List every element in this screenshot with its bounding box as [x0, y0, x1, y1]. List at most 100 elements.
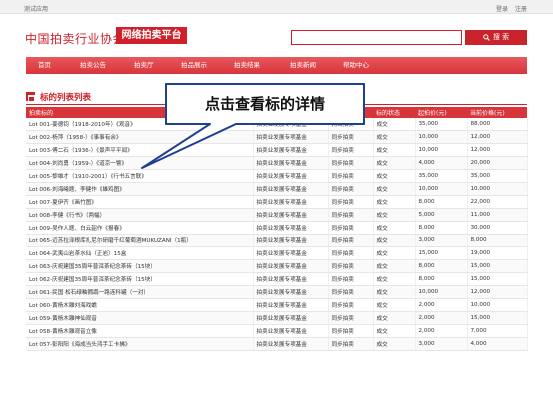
lot-title-link[interactable]: Lot 009-吴作人题、白云韶作《报春》: [26, 221, 254, 235]
header-start-price: 起拍价(元): [415, 107, 467, 118]
start-price-cell: 8,000: [415, 272, 468, 287]
auction-type-cell: 同步拍卖: [328, 182, 374, 196]
lot-title-link[interactable]: Lot 004-刘尚勇（1959-）《道京一瞥》: [26, 156, 254, 171]
start-price-cell: 8,000: [415, 221, 468, 235]
status-cell: 成交: [373, 143, 416, 158]
table-row[interactable]: Lot 062-庆祝建国35周年普洱茶纪念茶砖（15块） 拍卖业发展专项基金 同步拍…: [26, 272, 528, 287]
auction-type-cell: 同步拍卖: [328, 298, 374, 312]
table-row[interactable]: Lot 004-刘尚勇（1959-）《道京一瞥》 拍卖业发展专项基金 同步拍卖 成交 4…: [26, 156, 528, 171]
lot-title-link[interactable]: Lot 058-黄杨木雕观音立像: [26, 324, 254, 338]
table-row[interactable]: Lot 061-民国 松石绿釉鹦鹉一路连科罐（一对） 拍卖业发展专项基金 同步拍卖成…: [26, 285, 528, 299]
table-row[interactable]: Lot 007-夏伊齐《画竹图》 拍卖业发展专项基金 同步拍卖 成交 8,000 22,0…: [26, 195, 528, 209]
table-row[interactable]: Lot 063-庆祝建国35周年普洱茶纪念茶砖（15块） 拍卖业发展专项基金 同步拍…: [26, 259, 528, 274]
table-row[interactable]: Lot 002-杨萍（1958-）《事事有余》 拍卖业发展专项基金 同步拍卖 成交 10…: [26, 130, 528, 145]
current-price-cell: 8,000: [467, 234, 528, 248]
lot-title-link[interactable]: Lot 064-武夷山岩茶水仙（正岩）15盒: [26, 246, 254, 261]
table-row[interactable]: Lot 059-黄杨木雕神仙观音 拍卖业发展专项基金 同步拍卖 成交 2,000 15,0…: [26, 311, 528, 325]
table-row[interactable]: Lot 065-迈苏拉泽根库扎尼尔研磨千红葡萄酒MUKUZANI（1瓶） 拍卖业发…: [26, 234, 528, 248]
status-cell: 成交: [373, 259, 416, 274]
lot-title-link[interactable]: Lot 003-傅二石（1936-）《景声平平闻》: [26, 143, 254, 158]
lot-title-link[interactable]: Lot 063-庆祝建国35周年普洱茶纪念茶砖（15块）: [26, 259, 254, 274]
current-price-cell: 15,000: [467, 259, 528, 274]
lot-title-link[interactable]: Lot 060-黄杨木雕刘海戏蟾: [26, 298, 254, 312]
nav-item-lot-showcase[interactable]: 拍品展示: [181, 57, 207, 74]
status-cell: 成交: [373, 324, 416, 338]
organizer-cell: 拍卖业发展专项基金: [253, 156, 329, 171]
lot-title-link[interactable]: Lot 002-杨萍（1958-）《事事有余》: [26, 130, 254, 145]
table-row[interactable]: Lot 060-黄杨木雕刘海戏蟾 拍卖业发展专项基金 同步拍卖 成交 2,000 10,0…: [26, 298, 528, 312]
current-price-cell: 10,000: [467, 182, 528, 196]
lot-title-link[interactable]: Lot 057-彭阳阳《海成当头鸿手工卡拂》: [26, 337, 254, 351]
status-cell: 成交: [373, 246, 416, 261]
current-price-cell: 12,000: [467, 130, 528, 145]
start-price-cell: 2,000: [415, 324, 468, 338]
register-link[interactable]: 注册: [515, 4, 527, 13]
table-row[interactable]: Lot 005-黎雄才（1910-2001）《行书五言联》 拍卖业发展专项基金 同步…: [26, 169, 528, 183]
organizer-cell: 拍卖业发展专项基金: [253, 221, 329, 235]
lot-table: 拍卖标的 标的状态 起拍价(元) 当前价格(元) Lot 001-姜德钧（191…: [26, 107, 528, 351]
search-input[interactable]: [291, 30, 462, 45]
status-cell: 成交: [373, 234, 416, 248]
lot-title-link[interactable]: Lot 061-民国 松石绿釉鹦鹉一路连科罐（一对）: [26, 285, 254, 299]
table-row[interactable]: Lot 008-李健《行书》（两幅） 拍卖业发展专项基金 同步拍卖 成交 5,000 11…: [26, 208, 528, 222]
organizer-cell: 拍卖业发展专项基金: [253, 324, 329, 338]
nav-item-announcements[interactable]: 拍卖公告: [80, 57, 106, 74]
table-row[interactable]: Lot 064-武夷山岩茶水仙（正岩）15盒 拍卖业发展专项基金 同步拍卖 成交 15,…: [26, 246, 528, 261]
lot-title-link[interactable]: Lot 059-黄杨木雕神仙观音: [26, 311, 254, 325]
auction-type-cell: 同步拍卖: [328, 234, 374, 248]
status-cell: 成交: [373, 298, 416, 312]
current-price-cell: 15,000: [467, 311, 528, 325]
start-price-cell: 8,000: [415, 195, 468, 209]
callout-text: 点击查看标的详情: [204, 95, 325, 113]
organizer-cell: 拍卖业发展专项基金: [253, 298, 329, 312]
lot-title-link[interactable]: Lot 062-庆祝建国35周年普洱茶纪念茶砖（15块）: [26, 272, 254, 287]
lot-title-link[interactable]: Lot 006-刘海曦题、李健作《雄鸡图》: [26, 182, 254, 196]
start-price-cell: 3,000: [415, 234, 468, 248]
organizer-cell: 拍卖业发展专项基金: [253, 130, 329, 145]
nav-item-news[interactable]: 拍卖新闻: [290, 57, 316, 74]
table-row[interactable]: Lot 058-黄杨木雕观音立像 拍卖业发展专项基金 同步拍卖 成交 2,000 7,00…: [26, 324, 528, 338]
auction-type-cell: 同步拍卖: [328, 259, 374, 274]
auction-type-cell: 同步拍卖: [328, 272, 374, 287]
organizer-cell: 拍卖业发展专项基金: [253, 246, 329, 261]
current-price-cell: 19,000: [467, 246, 528, 261]
lot-title-link[interactable]: Lot 005-黎雄才（1910-2001）《行书五言联》: [26, 169, 254, 183]
start-price-cell: 15,000: [415, 246, 468, 261]
section-title: 标的列表列表: [40, 93, 92, 103]
current-price-cell: 35,000: [467, 169, 528, 183]
table-row[interactable]: Lot 009-吴作人题、白云韶作《报春》 拍卖业发展专项基金 同步拍卖 成交 8,00…: [26, 221, 528, 235]
nav-item-results[interactable]: 拍卖结果: [234, 57, 260, 74]
app-label[interactable]: 测试应用: [24, 4, 48, 13]
current-price-cell: 4,000: [467, 337, 528, 351]
lot-title-link[interactable]: Lot 065-迈苏拉泽根库扎尼尔研磨千红葡萄酒MUKUZANI（1瓶）: [26, 234, 254, 248]
auction-type-cell: 同步拍卖: [328, 169, 374, 183]
search-button[interactable]: 搜 索: [465, 30, 527, 45]
org-logo-text[interactable]: 中国拍卖行业协会: [25, 30, 125, 47]
current-price-cell: 88,000: [467, 118, 528, 132]
table-row[interactable]: Lot 006-刘海曦题、李健作《雄鸡图》 拍卖业发展专项基金 同步拍卖 成交 10,0…: [26, 182, 528, 196]
search-button-label: 搜 索: [492, 33, 510, 41]
start-price-cell: 8,000: [415, 259, 468, 274]
organizer-cell: 拍卖业发展专项基金: [253, 285, 329, 299]
nav-item-help[interactable]: 帮助中心: [343, 57, 369, 74]
auction-type-cell: 同步拍卖: [328, 195, 374, 209]
organizer-cell: 拍卖业发展专项基金: [253, 143, 329, 158]
nav-item-auction-hall[interactable]: 拍卖厅: [134, 57, 154, 74]
auction-type-cell: 同步拍卖: [328, 221, 374, 235]
auction-type-cell: 同步拍卖: [328, 130, 374, 145]
status-cell: 成交: [373, 156, 416, 171]
header-status: 标的状态: [373, 107, 415, 118]
table-row[interactable]: Lot 057-彭阳阳《海成当头鸿手工卡拂》 拍卖业发展专项基金 同步拍卖 成交 3,0…: [26, 337, 528, 351]
organizer-cell: 拍卖业发展专项基金: [253, 272, 329, 287]
auction-type-cell: 同步拍卖: [328, 324, 374, 338]
lot-title-link[interactable]: Lot 007-夏伊齐《画竹图》: [26, 195, 254, 209]
table-row[interactable]: Lot 003-傅二石（1936-）《景声平平闻》 拍卖业发展专项基金 同步拍卖 成交…: [26, 143, 528, 158]
lot-title-link[interactable]: Lot 008-李健《行书》（两幅）: [26, 208, 254, 222]
organizer-cell: 拍卖业发展专项基金: [253, 182, 329, 196]
organizer-cell: 拍卖业发展专项基金: [253, 169, 329, 183]
nav-item-home[interactable]: 首页: [38, 57, 51, 74]
login-link[interactable]: 登录: [496, 4, 508, 13]
start-price-cell: 35,000: [415, 169, 468, 183]
platform-badge: 网络拍卖平台: [116, 27, 187, 44]
organizer-cell: 拍卖业发展专项基金: [253, 195, 329, 209]
